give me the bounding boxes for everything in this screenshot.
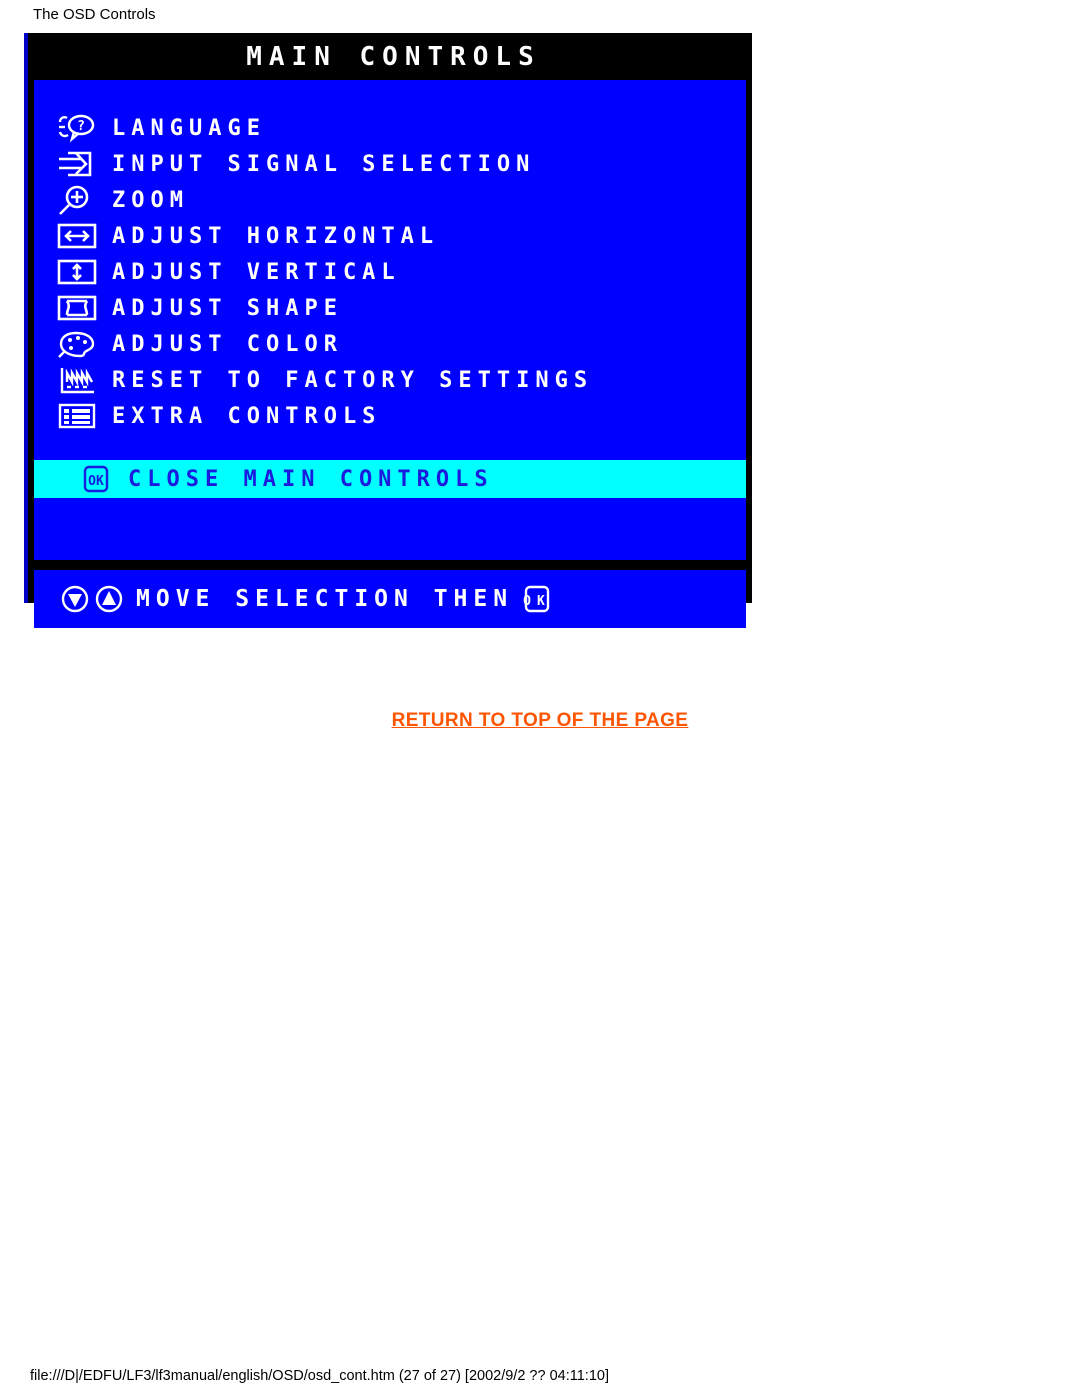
osd-hint-text: MOVE SELECTION THEN bbox=[136, 586, 514, 612]
ok-badge-icon: OK bbox=[523, 585, 551, 613]
svg-text:?: ? bbox=[77, 119, 85, 134]
menu-item-adjust-shape[interactable]: ADJUST SHAPE bbox=[34, 290, 746, 326]
return-to-top-link[interactable]: RETURN TO TOP OF THE PAGE bbox=[0, 710, 1080, 732]
osd-hint-bar: MOVE SELECTION THEN OK bbox=[34, 570, 746, 628]
menu-item-label: ADJUST SHAPE bbox=[112, 295, 343, 321]
menu-item-label: ADJUST VERTICAL bbox=[112, 259, 401, 285]
menu-item-label: ADJUST COLOR bbox=[112, 331, 343, 357]
palette-icon bbox=[56, 328, 112, 360]
vertical-arrows-icon bbox=[56, 256, 112, 288]
menu-item-label: RESET TO FACTORY SETTINGS bbox=[112, 367, 594, 393]
menu-item-adjust-horizontal[interactable]: ADJUST HORIZONTAL bbox=[34, 218, 746, 254]
magnifier-plus-icon bbox=[56, 184, 112, 216]
list-lines-icon bbox=[56, 400, 112, 432]
menu-item-extra-controls[interactable]: EXTRA CONTROLS bbox=[34, 398, 746, 434]
menu-item-label: EXTRA CONTROLS bbox=[112, 403, 382, 429]
menu-item-label: INPUT SIGNAL SELECTION bbox=[112, 151, 536, 177]
menu-item-label: ADJUST HORIZONTAL bbox=[112, 223, 440, 249]
menu-item-label: LANGUAGE bbox=[112, 115, 266, 141]
menu-item-label: CLOSE MAIN CONTROLS bbox=[128, 466, 494, 492]
horizontal-arrows-icon bbox=[56, 220, 112, 252]
shape-pincushion-icon bbox=[56, 292, 112, 324]
menu-item-language[interactable]: ? LANGUAGE bbox=[34, 110, 746, 146]
down-arrow-circle-icon[interactable] bbox=[60, 583, 94, 615]
ok-badge-icon: OK bbox=[82, 463, 128, 495]
up-arrow-circle-icon[interactable] bbox=[94, 583, 136, 615]
osd-hint-label: MOVE SELECTION THEN OK bbox=[136, 585, 551, 613]
menu-item-label: ZOOM bbox=[112, 187, 189, 213]
menu-item-reset-to-factory-settings[interactable]: RESET TO FACTORY SETTINGS bbox=[34, 362, 746, 398]
head-question-icon: ? bbox=[56, 112, 112, 144]
osd-window: MAIN CONTROLS ? LANGUAGE INPUT SIGNAL SE… bbox=[24, 33, 752, 628]
osd-menu-list: ? LANGUAGE INPUT SIGNAL SELECTION ZOOM A… bbox=[34, 110, 746, 498]
menu-item-adjust-vertical[interactable]: ADJUST VERTICAL bbox=[34, 254, 746, 290]
input-arrow-icon bbox=[56, 148, 112, 180]
menu-item-close-main-controls[interactable]: OK CLOSE MAIN CONTROLS bbox=[34, 460, 746, 498]
menu-item-zoom[interactable]: ZOOM bbox=[34, 182, 746, 218]
menu-item-input-signal-selection[interactable]: INPUT SIGNAL SELECTION bbox=[34, 146, 746, 182]
footer-path: file:///D|/EDFU/LF3/lf3manual/english/OS… bbox=[30, 1368, 609, 1384]
osd-menu-body: ? LANGUAGE INPUT SIGNAL SELECTION ZOOM A… bbox=[34, 80, 746, 560]
svg-text:OK: OK bbox=[88, 474, 104, 489]
menu-item-adjust-color[interactable]: ADJUST COLOR bbox=[34, 326, 746, 362]
svg-text:OK: OK bbox=[523, 594, 551, 609]
osd-title: MAIN CONTROLS bbox=[246, 41, 541, 72]
page-title: The OSD Controls bbox=[33, 6, 156, 23]
osd-title-bar: MAIN CONTROLS bbox=[28, 33, 752, 80]
waveform-reset-icon bbox=[56, 364, 112, 396]
